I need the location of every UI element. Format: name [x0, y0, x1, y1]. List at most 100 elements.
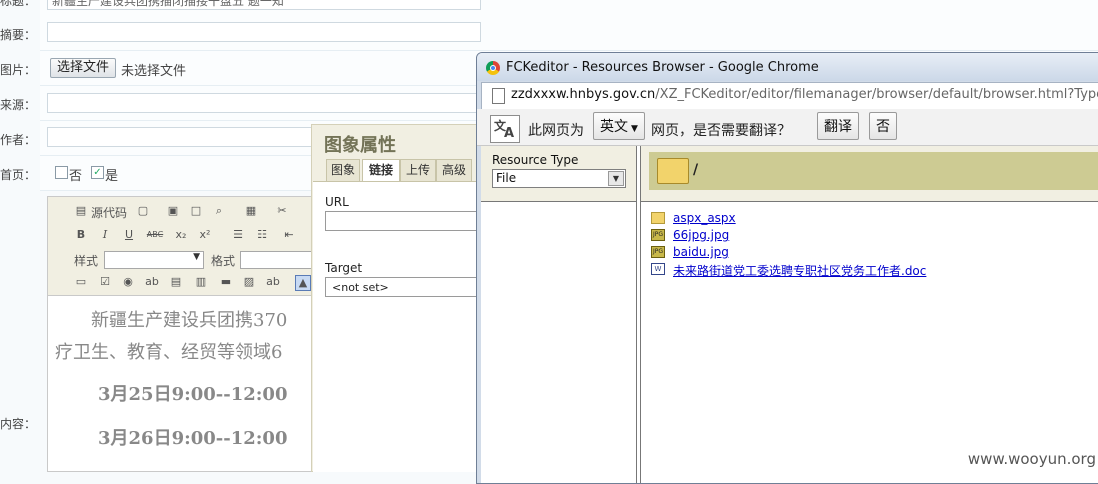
new-page-icon[interactable]: □ — [189, 204, 203, 218]
checkbox-icon[interactable]: ☑ — [98, 275, 112, 289]
radio-icon[interactable]: ◉ — [121, 275, 135, 289]
translate-bar: 文A 此网页为 英文 ▼ 网页，是否需要翻译？ 翻译 否 — [477, 109, 1098, 146]
format-select[interactable] — [240, 251, 322, 269]
title-input[interactable]: 新疆生产建设兵团携描闭描接干盘五 题一知 — [47, 0, 481, 10]
file-link[interactable]: 未来路街道党工委选聘专职社区党务工作者.doc — [673, 262, 926, 279]
homepage-no-label: 否 — [69, 169, 83, 184]
source-label: 来源： — [0, 98, 37, 112]
preview-icon[interactable]: ⌕ — [212, 204, 226, 218]
url-input[interactable] — [325, 211, 485, 231]
textfield-icon[interactable]: ab — [145, 275, 159, 289]
tab-advanced[interactable]: 高级 — [436, 159, 472, 182]
watermark: www.wooyun.org — [967, 450, 1096, 468]
save-icon[interactable]: ▣ — [166, 204, 180, 218]
target-select[interactable]: <not set> — [325, 277, 485, 297]
italic-icon[interactable]: I — [98, 228, 112, 242]
language-select[interactable]: 英文 ▼ — [593, 112, 645, 140]
style-select[interactable]: ▼ — [104, 251, 204, 269]
tab-image[interactable]: 图象 — [326, 159, 360, 182]
source-button-label[interactable]: 源代码 — [91, 204, 127, 221]
window-title: FCKeditor - Resources Browser - Google C… — [506, 60, 819, 75]
chrome-logo-icon — [486, 61, 500, 75]
jpg-file-icon: JPG — [651, 229, 665, 241]
resources-browser-page: Resource Type File ▼ / aspx_aspx JPG 66j… — [481, 146, 1098, 483]
source-input[interactable] — [47, 93, 481, 113]
address-bar[interactable]: zzdxxxw.hnbys.gov.cn/XZ_FCKeditor/editor… — [481, 82, 1098, 110]
unordered-list-icon[interactable]: ☷ — [255, 228, 269, 242]
title-label: 标题： — [0, 0, 37, 8]
style-label: 样式 — [74, 254, 99, 268]
translate-question: 网页，是否需要翻译？ — [651, 123, 791, 139]
ordered-list-icon[interactable]: ☰ — [231, 228, 245, 242]
underline-icon[interactable]: U — [122, 228, 136, 242]
file-link[interactable]: aspx_aspx — [673, 211, 736, 225]
folder-tree-pane: Resource Type File ▼ — [481, 146, 637, 483]
resource-type-value: File — [496, 171, 517, 185]
homepage-yes-checkbox[interactable]: ✓ — [91, 166, 104, 179]
image-icon[interactable]: ▲ — [295, 275, 311, 291]
source-icon[interactable]: ▤ — [74, 204, 88, 218]
image-button-icon[interactable]: ▨ — [242, 275, 256, 289]
jpg-file-icon: JPG — [651, 246, 665, 258]
translate-button[interactable]: 翻译 — [817, 112, 859, 140]
chevron-down-icon: ▼ — [631, 124, 638, 134]
homepage-yes-label: 是 — [105, 169, 119, 184]
summary-label: 摘要： — [0, 28, 37, 42]
translate-icon: 文A — [490, 115, 520, 143]
homepage-label: 首页： — [0, 168, 37, 182]
doc-props-icon[interactable]: ▢ — [136, 204, 150, 218]
target-label: Target — [325, 261, 363, 275]
translate-prefix: 此网页为 — [528, 123, 584, 139]
outdent-icon[interactable]: ⇤ — [282, 228, 296, 242]
resource-type-select[interactable]: File ▼ — [492, 169, 626, 188]
current-path: / — [693, 162, 699, 178]
language-select-value: 英文 — [600, 119, 628, 135]
bold-icon[interactable]: B — [74, 228, 88, 242]
image-properties-dialog: 图象属性 图象 链接 上传 高级 URL Target <not set> — [311, 124, 485, 472]
form-icon[interactable]: ▭ — [74, 275, 88, 289]
content-line-1: 新疆生产建设兵团携370 — [91, 310, 288, 331]
current-path-box: / — [649, 152, 1098, 190]
address-url: zzdxxxw.hnbys.gov.cn/XZ_FCKeditor/editor… — [511, 87, 1098, 102]
hidden-field-icon[interactable]: ab — [266, 275, 280, 289]
window-titlebar[interactable]: FCKeditor - Resources Browser - Google C… — [477, 53, 1098, 81]
folder-icon — [657, 158, 689, 184]
chrome-popup-window: FCKeditor - Resources Browser - Google C… — [476, 52, 1098, 484]
link-panel: URL Target <not set> — [313, 181, 485, 472]
textarea-icon[interactable]: ▤ — [169, 275, 183, 289]
folder-icon — [651, 212, 665, 224]
current-folder-bar: / — [641, 146, 1098, 202]
homepage-no-checkbox[interactable] — [55, 166, 68, 179]
file-list-pane: / aspx_aspx JPG 66jpg.jpg JPG baidu.jpg … — [640, 146, 1098, 483]
format-label: 格式 — [211, 254, 236, 268]
templates-icon[interactable]: ▦ — [244, 204, 258, 218]
choose-file-button[interactable]: 选择文件 — [50, 58, 117, 78]
file-link[interactable]: 66jpg.jpg — [673, 228, 729, 242]
strikethrough-icon[interactable]: ABC — [145, 228, 165, 242]
resource-type-panel: Resource Type File ▼ — [481, 146, 636, 202]
superscript-icon[interactable]: x² — [198, 228, 212, 242]
tab-upload[interactable]: 上传 — [400, 159, 436, 182]
url-domain: zzdxxxw.hnbys.gov.cn — [511, 87, 656, 102]
summary-input[interactable] — [47, 22, 481, 42]
url-label: URL — [325, 195, 349, 209]
page-icon — [492, 88, 505, 104]
content-line-4: 3月26日9:00--12:00 — [98, 428, 288, 449]
chevron-down-icon: ▼ — [193, 252, 200, 262]
dialog-title: 图象属性 — [324, 135, 396, 156]
resource-type-label: Resource Type — [492, 153, 579, 167]
cut-icon[interactable]: ✂ — [275, 204, 289, 218]
no-translate-button[interactable]: 否 — [869, 112, 897, 140]
url-path: /XZ_FCKeditor/editor/filemanager/browser… — [655, 87, 1098, 102]
content-line-3: 3月25日9:00--12:00 — [98, 384, 288, 405]
select-icon[interactable]: ▥ — [194, 275, 208, 289]
subscript-icon[interactable]: x₂ — [174, 228, 188, 242]
chevron-down-icon[interactable]: ▼ — [608, 171, 624, 186]
author-label: 作者： — [0, 133, 37, 147]
button-icon[interactable]: ▬ — [219, 275, 233, 289]
content-label: 内容： — [0, 417, 37, 431]
tab-link[interactable]: 链接 — [362, 159, 400, 182]
content-line-2: 疗卫生、教育、经贸等领域6 — [55, 342, 283, 363]
doc-file-icon: W — [651, 263, 665, 275]
file-link[interactable]: baidu.jpg — [673, 245, 729, 259]
